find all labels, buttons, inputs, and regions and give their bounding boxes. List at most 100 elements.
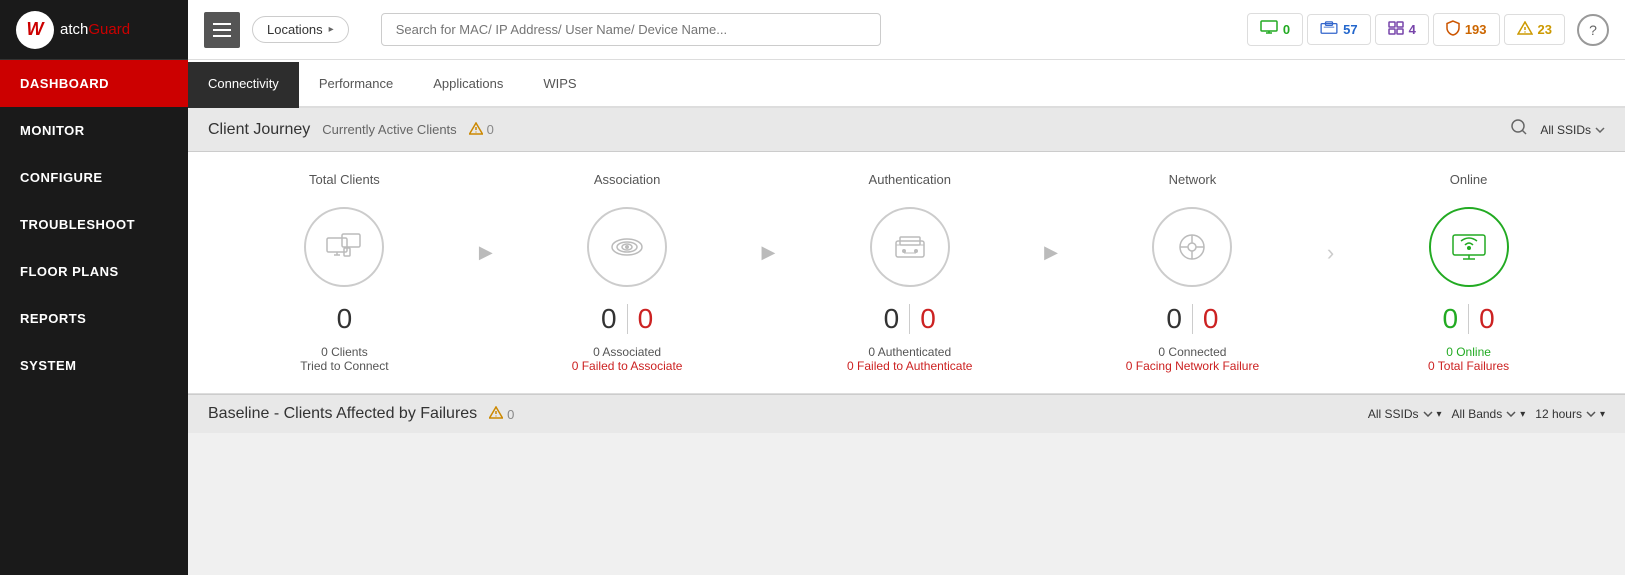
tab-connectivity[interactable]: Connectivity xyxy=(188,62,299,108)
monitor-icon xyxy=(1260,20,1278,39)
baseline-warning-icon xyxy=(489,406,503,422)
badge-alert[interactable]: 23 xyxy=(1504,14,1565,45)
ssid-filter[interactable]: All SSIDs xyxy=(1368,407,1442,421)
search-input[interactable] xyxy=(381,13,881,46)
bands-filter[interactable]: All Bands xyxy=(1452,407,1526,421)
stage-net-label2: 0 Facing Network Failure xyxy=(1126,359,1259,373)
stage-auth-secondary: 0 xyxy=(920,303,936,335)
stage-total-label2: Tried to Connect xyxy=(300,359,388,373)
baseline-alert-count: 0 xyxy=(507,407,514,422)
warning-icon xyxy=(469,122,483,138)
client-journey-subtitle: Currently Active Clients xyxy=(322,122,456,137)
stage-assoc-label1: 0 Associated xyxy=(572,345,683,359)
sidebar-item-dashboard[interactable]: DASHBOARD xyxy=(0,60,188,107)
stage-authentication: Authentication 0 0 0 Authenticated 0 Fai… xyxy=(783,172,1036,373)
time-filter[interactable]: 12 hours xyxy=(1535,407,1605,421)
shield-icon xyxy=(1446,20,1460,39)
logo-circle: W xyxy=(16,11,54,49)
sidebar-nav: DASHBOARD MONITOR CONFIGURE TROUBLESHOOT… xyxy=(0,60,188,575)
arrow-right-chevron[interactable]: › xyxy=(1319,240,1342,266)
section-search-button[interactable] xyxy=(1510,118,1528,141)
tab-bar: Connectivity Performance Applications WI… xyxy=(188,60,1625,108)
logo-icon: W xyxy=(27,19,44,40)
stage-total-icon-wrap xyxy=(304,207,384,287)
stage-network: Network 0 0 0 Connected 0 Facing Network… xyxy=(1066,172,1319,373)
journey-flow: Total Clients 0 0 Clients Tried to Conne… xyxy=(188,152,1625,393)
stage-online-numbers: 0 0 xyxy=(1443,303,1495,335)
tab-wips[interactable]: WIPS xyxy=(523,62,596,108)
stage-total-numbers: 0 xyxy=(337,303,353,335)
hamburger-button[interactable] xyxy=(204,12,240,48)
location-selector[interactable]: Locations xyxy=(252,16,349,43)
sidebar-item-floor-plans[interactable]: FLOOR PLANS xyxy=(0,248,188,295)
stage-online-primary: 0 xyxy=(1443,303,1459,335)
total-clients-icon xyxy=(326,233,362,261)
stage-auth-icon-wrap xyxy=(870,207,950,287)
stage-online-secondary: 0 xyxy=(1479,303,1495,335)
stage-network-icon-wrap xyxy=(1152,207,1232,287)
grid-icon xyxy=(1388,21,1404,38)
stage-online-title: Online xyxy=(1450,172,1488,187)
stage-network-numbers: 0 0 xyxy=(1166,303,1218,335)
badge-shield[interactable]: 193 xyxy=(1433,13,1500,46)
ssid-filter-label: All SSIDs xyxy=(1368,407,1419,421)
stage-assoc-label2: 0 Failed to Associate xyxy=(572,359,683,373)
ssid-dropdown[interactable]: All SSIDs xyxy=(1540,123,1605,137)
stage-auth-primary: 0 xyxy=(884,303,900,335)
stage-auth-numbers: 0 0 xyxy=(884,303,936,335)
baseline-title: Baseline - Clients Affected by Failures xyxy=(208,405,477,423)
client-journey-title: Client Journey xyxy=(208,121,310,139)
sidebar-item-reports[interactable]: REPORTS xyxy=(0,295,188,342)
stage-auth-labels: 0 Authenticated 0 Failed to Authenticate xyxy=(847,345,972,373)
logo-text: atchGuard xyxy=(60,21,130,38)
ssid-label: All SSIDs xyxy=(1540,123,1591,137)
stage-assoc-secondary: 0 xyxy=(638,303,654,335)
alert-count: 0 xyxy=(487,122,494,137)
tab-performance[interactable]: Performance xyxy=(299,62,413,108)
stage-net-primary: 0 xyxy=(1166,303,1182,335)
stage-auth-label2: 0 Failed to Authenticate xyxy=(847,359,972,373)
badge-devices-count: 57 xyxy=(1343,22,1357,37)
content-area: Client Journey Currently Active Clients … xyxy=(188,108,1625,575)
client-journey-header: Client Journey Currently Active Clients … xyxy=(188,108,1625,152)
sidebar-item-monitor[interactable]: MONITOR xyxy=(0,107,188,154)
stage-total-clients: Total Clients 0 0 Clients Tried to Conne… xyxy=(218,172,471,373)
network-icon xyxy=(1174,229,1210,265)
badge-devices[interactable]: 57 xyxy=(1307,14,1370,45)
tab-applications[interactable]: Applications xyxy=(413,62,523,108)
stage-online-icon-wrap xyxy=(1429,207,1509,287)
stage-total-count: 0 xyxy=(337,303,353,335)
stage-net-secondary: 0 xyxy=(1203,303,1219,335)
hamburger-icon xyxy=(213,23,231,37)
device-icon xyxy=(1320,21,1338,38)
stage-net-label1: 0 Connected xyxy=(1126,345,1259,359)
sidebar-item-configure[interactable]: CONFIGURE xyxy=(0,154,188,201)
client-journey-alert: 0 xyxy=(469,122,494,138)
badge-grid[interactable]: 4 xyxy=(1375,14,1429,45)
authentication-icon xyxy=(892,233,928,261)
sidebar-item-system[interactable]: SYSTEM xyxy=(0,342,188,389)
baseline-filters: All SSIDs All Bands 12 hours xyxy=(1368,407,1605,421)
stage-network-title: Network xyxy=(1169,172,1217,187)
help-button[interactable]: ? xyxy=(1577,14,1609,46)
badge-shield-count: 193 xyxy=(1465,22,1487,37)
badge-online[interactable]: 0 xyxy=(1247,13,1303,46)
stage-association-icon-wrap xyxy=(587,207,667,287)
stage-total-labels: 0 Clients Tried to Connect xyxy=(300,345,388,373)
stage-online-label2: 0 Total Failures xyxy=(1428,359,1509,373)
stage-total-title: Total Clients xyxy=(309,172,380,187)
stage-auth-title: Authentication xyxy=(869,172,951,187)
stage-association-labels: 0 Associated 0 Failed to Associate xyxy=(572,345,683,373)
stage-auth-label1: 0 Authenticated xyxy=(847,345,972,359)
time-filter-label: 12 hours xyxy=(1535,407,1582,421)
stage-online-label1: 0 Online xyxy=(1428,345,1509,359)
client-journey-card: Total Clients 0 0 Clients Tried to Conne… xyxy=(188,152,1625,394)
bands-filter-label: All Bands xyxy=(1452,407,1503,421)
association-icon xyxy=(609,233,645,261)
logo: W atchGuard xyxy=(0,0,188,60)
stage-assoc-primary: 0 xyxy=(601,303,617,335)
location-label: Locations xyxy=(267,22,323,37)
main-content: Locations 0 57 xyxy=(188,0,1625,575)
sidebar-item-troubleshoot[interactable]: TROUBLESHOOT xyxy=(0,201,188,248)
badge-online-count: 0 xyxy=(1283,22,1290,37)
